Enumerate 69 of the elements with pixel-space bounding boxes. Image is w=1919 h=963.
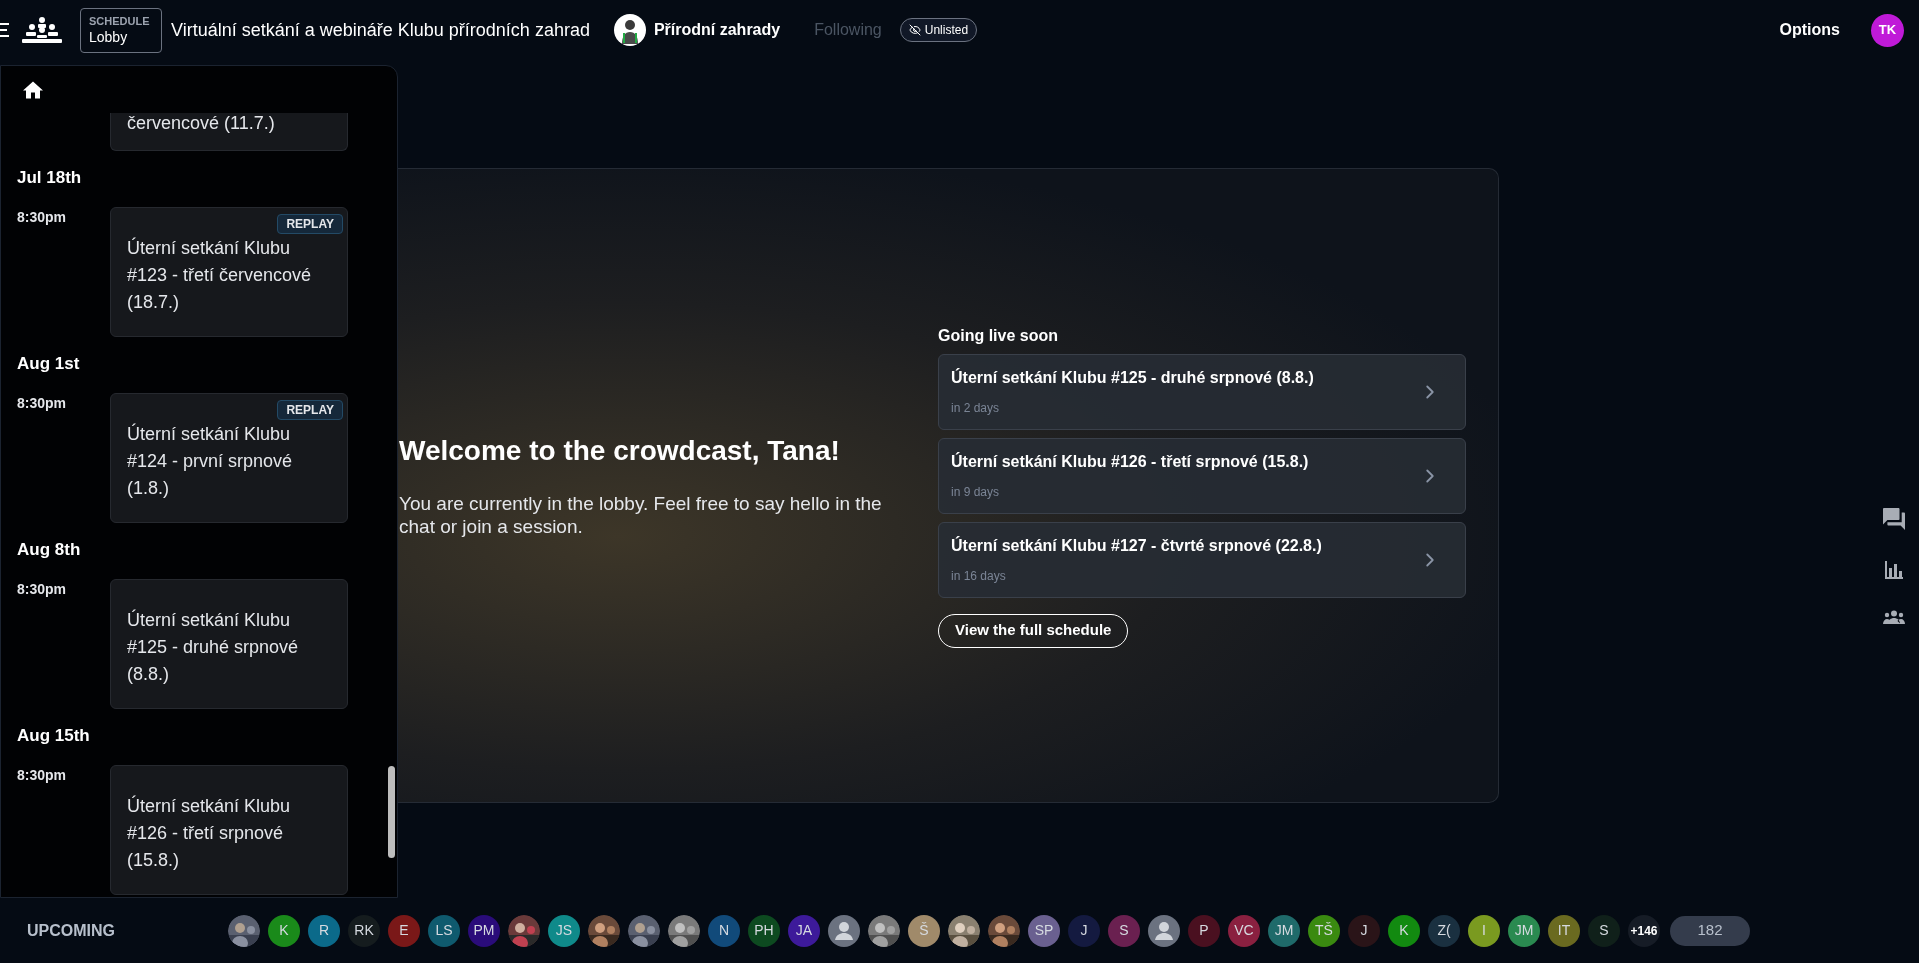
session-title: Úterní setkání Klubu #125 - druhé srpnové (8.8.) xyxy=(951,367,1314,388)
avatar[interactable]: IT xyxy=(1548,914,1580,947)
session-time: 8:30pm xyxy=(16,394,68,413)
session-card[interactable]: REPLAY Úterní setkání Klubu #123 - třetí červencové (18.7.) xyxy=(110,207,348,337)
session-card[interactable]: REPLAY Úterní setkání Klubu #124 - první srpnové (1.8.) xyxy=(110,393,348,523)
avatar[interactable]: E xyxy=(388,914,420,947)
avatar[interactable]: LS xyxy=(428,914,460,947)
default-avatar-icon xyxy=(828,914,860,947)
avatar[interactable]: SP xyxy=(1028,914,1060,947)
session-title: Úterní setkání Klubu #125 - druhé srpnové (8.8.) xyxy=(127,608,300,686)
event-title: Virtuální setkání a webináře Klubu přírodních zahrad xyxy=(171,18,590,42)
replay-badge: REPLAY xyxy=(277,400,343,420)
session-countdown: in 16 days xyxy=(951,568,1007,585)
avatar[interactable]: S xyxy=(1588,914,1620,947)
avatar[interactable]: JA xyxy=(788,914,820,947)
channel-avatar-icon[interactable] xyxy=(613,14,646,46)
visibility-badge: Unlisted xyxy=(899,18,978,42)
people-icon[interactable] xyxy=(1883,610,1905,624)
session-countdown: in 2 days xyxy=(951,400,1001,417)
welcome-text: You are currently in the lobby. Feel free to say hello in the chat or join a session. xyxy=(399,491,883,538)
session-title: Úterní setkání Klubu #126 - třetí srpnové (15.8.) xyxy=(127,794,292,872)
session-time: 8:30pm xyxy=(16,766,68,785)
menu-icon[interactable] xyxy=(0,23,9,37)
home-icon[interactable] xyxy=(23,80,43,99)
avatar[interactable]: PH xyxy=(748,914,780,947)
session-time: 8:30pm xyxy=(16,208,68,227)
avatar[interactable]: J xyxy=(1068,914,1100,947)
user-avatar[interactable]: TK xyxy=(1871,13,1904,47)
chat-icon[interactable] xyxy=(1883,508,1905,530)
session-title: Úterní setkání Klubu #123 - třetí červencové (18.7.) xyxy=(127,236,313,314)
date-heading: Jul 18th xyxy=(17,168,82,188)
upcoming-session[interactable]: Úterní setkání Klubu #125 - druhé srpnové (8.8.) in 2 days xyxy=(938,353,1466,430)
section-heading: Going live soon xyxy=(938,325,1058,346)
channel-name[interactable]: Přírodní zahrady xyxy=(653,18,781,42)
avatar[interactable]: JM xyxy=(1268,914,1300,947)
session-card[interactable]: Úterní setkání Klubu #126 - třetí srpnové (15.8.) xyxy=(110,765,348,895)
scrollbar[interactable] xyxy=(388,766,395,858)
session-countdown: in 9 days xyxy=(951,484,1001,501)
avatar[interactable]: VC xyxy=(1228,914,1260,947)
avatar[interactable]: S xyxy=(1108,914,1140,947)
more-attendees[interactable]: +146 xyxy=(1628,914,1660,947)
date-heading: Aug 15th xyxy=(17,726,90,746)
avatar[interactable]: R xyxy=(308,914,340,947)
session-title: Úterní setkání Klubu #124 - první srpnové (1.8.) xyxy=(127,422,294,500)
upcoming-session[interactable]: Úterní setkání Klubu #127 - čtvrté srpnové (22.8.) in 16 days xyxy=(938,521,1466,598)
bar-chart-icon[interactable] xyxy=(1884,560,1904,580)
attendee-count[interactable]: 182 xyxy=(1670,915,1750,946)
avatar[interactable]: P xyxy=(1188,914,1220,947)
session-card[interactable]: Úterní setkání Klubu #125 - druhé srpnové (8.8.) xyxy=(110,579,348,709)
avatar[interactable]: N xyxy=(708,914,740,947)
date-heading: Aug 1st xyxy=(17,354,80,374)
session-title: červencové (11.7.) xyxy=(127,113,275,133)
replay-badge: REPLAY xyxy=(277,214,343,234)
schedule-selector[interactable]: SCHEDULE Lobby xyxy=(80,7,162,53)
logo-icon[interactable] xyxy=(22,17,62,43)
avatar[interactable]: Z( xyxy=(1428,914,1460,947)
eye-off-icon xyxy=(908,24,921,36)
session-title: Úterní setkání Klubu #126 - třetí srpnové (15.8.) xyxy=(951,451,1309,472)
default-avatar-icon xyxy=(1148,914,1180,947)
session-time: 8:30pm xyxy=(16,580,68,599)
upcoming-label: UPCOMING xyxy=(27,920,116,941)
avatar[interactable]: RK xyxy=(348,914,380,947)
date-heading: Aug 8th xyxy=(17,540,81,560)
options-button[interactable]: Options xyxy=(1779,18,1840,42)
avatar[interactable]: PM xyxy=(468,914,500,947)
welcome-heading: Welcome to the crowdcast, Tana! xyxy=(399,433,841,468)
session-title: Úterní setkání Klubu #127 - čtvrté srpnové (22.8.) xyxy=(951,535,1322,556)
avatar[interactable]: J xyxy=(1348,914,1380,947)
upcoming-session[interactable]: Úterní setkání Klubu #126 - třetí srpnové (15.8.) in 9 days xyxy=(938,437,1466,514)
